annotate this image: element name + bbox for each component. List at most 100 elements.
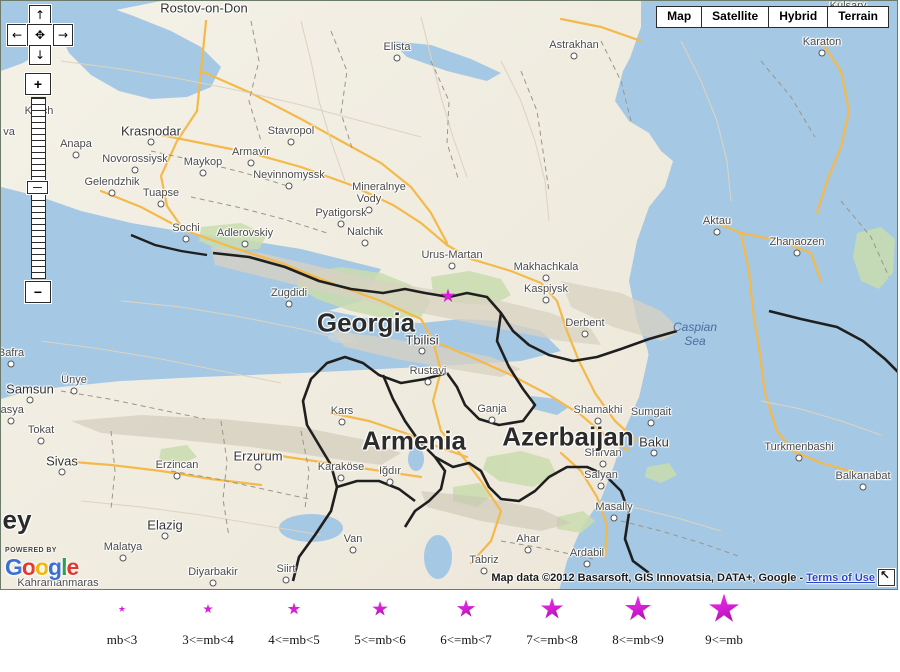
city-dot (254, 463, 262, 471)
pan-right-button[interactable]: → (53, 24, 73, 46)
city-dot (418, 347, 426, 355)
city-dot (173, 472, 181, 480)
recenter-button[interactable]: ✥ (27, 24, 53, 46)
map-viewport[interactable]: Rostov-on-DonElistaAstrakhanKulsaryKarat… (0, 0, 898, 590)
legend-star-icon (268, 592, 320, 626)
attribution-text: Map data ©2012 Basarsoft, GIS Innovatsia… (491, 571, 804, 584)
zoom-slider-handle[interactable] (27, 181, 48, 194)
city-dot (424, 378, 432, 386)
city-dot (282, 576, 290, 584)
legend-label: 7<=mb<8 (526, 632, 578, 647)
legend-star-icon (182, 592, 234, 626)
city-dot (594, 417, 602, 425)
legend-item: 9<=mb (705, 592, 743, 648)
pan-control[interactable]: ↑ ← ✥ → ↓ (7, 5, 73, 67)
zoom-control[interactable]: + − (25, 73, 53, 305)
legend-star-icon (107, 592, 137, 626)
legend-label: mb<3 (106, 632, 138, 647)
city-dot (209, 579, 217, 587)
city-dot (247, 159, 255, 167)
magnitude-star-icon (118, 605, 126, 612)
city-dot (597, 482, 605, 490)
legend-label: 3<=mb<4 (182, 632, 234, 647)
city-dot (131, 166, 139, 174)
legend-star-icon (705, 592, 743, 626)
legend-item: mb<3 (107, 592, 137, 648)
city-dot (599, 460, 607, 468)
city-dot (524, 546, 532, 554)
city-dot (581, 330, 589, 338)
city-dot (647, 419, 655, 427)
legend-item: 5<=mb<6 (354, 592, 406, 648)
legend-label: 5<=mb<6 (354, 632, 406, 647)
pan-left-button[interactable]: ← (7, 24, 27, 46)
legend-item: 3<=mb<4 (182, 592, 234, 648)
map-type-satellite[interactable]: Satellite (701, 6, 769, 28)
city-dot (365, 206, 373, 214)
legend-item: 6<=mb<7 (440, 592, 492, 648)
city-dot (337, 474, 345, 482)
legend-item: 4<=mb<5 (268, 592, 320, 648)
city-dot (570, 52, 578, 60)
city-dot (818, 49, 826, 57)
zoom-in-button[interactable]: + (25, 73, 51, 95)
magnitude-star-icon (372, 601, 388, 616)
city-dot (147, 138, 155, 146)
city-dot (542, 274, 550, 282)
city-dot (583, 560, 591, 568)
zoom-out-button[interactable]: − (25, 281, 51, 303)
terms-of-use-link[interactable]: Terms of Use (806, 572, 875, 584)
magnitude-legend: mb<3 3<=mb<4 4<=mb<5 5<=mb<6 6<=mb<7 7<=mb<8 8… (0, 592, 900, 672)
city-dot (287, 138, 295, 146)
city-dot (285, 300, 293, 308)
map-type-hybrid[interactable]: Hybrid (768, 6, 828, 28)
legend-label: 9<=mb (705, 632, 743, 647)
city-dot (349, 546, 357, 554)
city-dot (26, 396, 34, 404)
legend-star-icon (526, 592, 578, 626)
magnitude-star-icon (203, 604, 213, 614)
city-dot (337, 220, 345, 228)
city-dot (480, 567, 488, 575)
map-type-buttons[interactable]: Map Satellite Hybrid Terrain (656, 6, 889, 28)
magnitude-star-icon (540, 597, 564, 619)
pan-up-button[interactable]: ↑ (29, 5, 51, 25)
city-dot (488, 416, 496, 424)
city-dot (161, 532, 169, 540)
legend-label: 4<=mb<5 (268, 632, 320, 647)
city-dot (72, 151, 80, 159)
city-dot (542, 296, 550, 304)
city-dot (108, 189, 116, 197)
magnitude-star-icon (287, 602, 301, 615)
city-dot (859, 483, 867, 491)
magnitude-star-icon (456, 599, 476, 617)
map-type-map[interactable]: Map (656, 6, 702, 28)
legend-item: 8<=mb<9 (612, 592, 664, 648)
legend-label: 6<=mb<7 (440, 632, 492, 647)
expand-arrow-icon[interactable] (878, 568, 895, 586)
map-type-terrain[interactable]: Terrain (827, 6, 889, 28)
google-logo: POWERED BY Google (5, 547, 79, 580)
map-page: Rostov-on-DonElistaAstrakhanKulsaryKarat… (0, 0, 900, 672)
magnitude-star-icon (625, 595, 651, 621)
city-dot (285, 182, 293, 190)
city-dot (182, 235, 190, 243)
pan-down-button[interactable]: ↓ (29, 45, 51, 65)
legend-star-icon (354, 592, 406, 626)
legend-label: 8<=mb<9 (612, 632, 664, 647)
city-dot (58, 468, 66, 476)
map-attribution: Map data ©2012 Basarsoft, GIS Innovatsia… (491, 568, 895, 586)
city-dot (393, 54, 401, 62)
city-dot (241, 240, 249, 248)
city-dot (650, 449, 658, 457)
legend-star-icon (612, 592, 664, 626)
google-wordmark: Google (5, 554, 79, 580)
city-dot (713, 228, 721, 236)
magnitude-star-icon (709, 593, 739, 622)
city-dot (386, 478, 394, 486)
city-dot (793, 249, 801, 257)
city-dot (70, 387, 78, 395)
city-dot (7, 360, 15, 368)
city-dot (448, 262, 456, 270)
city-dot (119, 554, 127, 562)
